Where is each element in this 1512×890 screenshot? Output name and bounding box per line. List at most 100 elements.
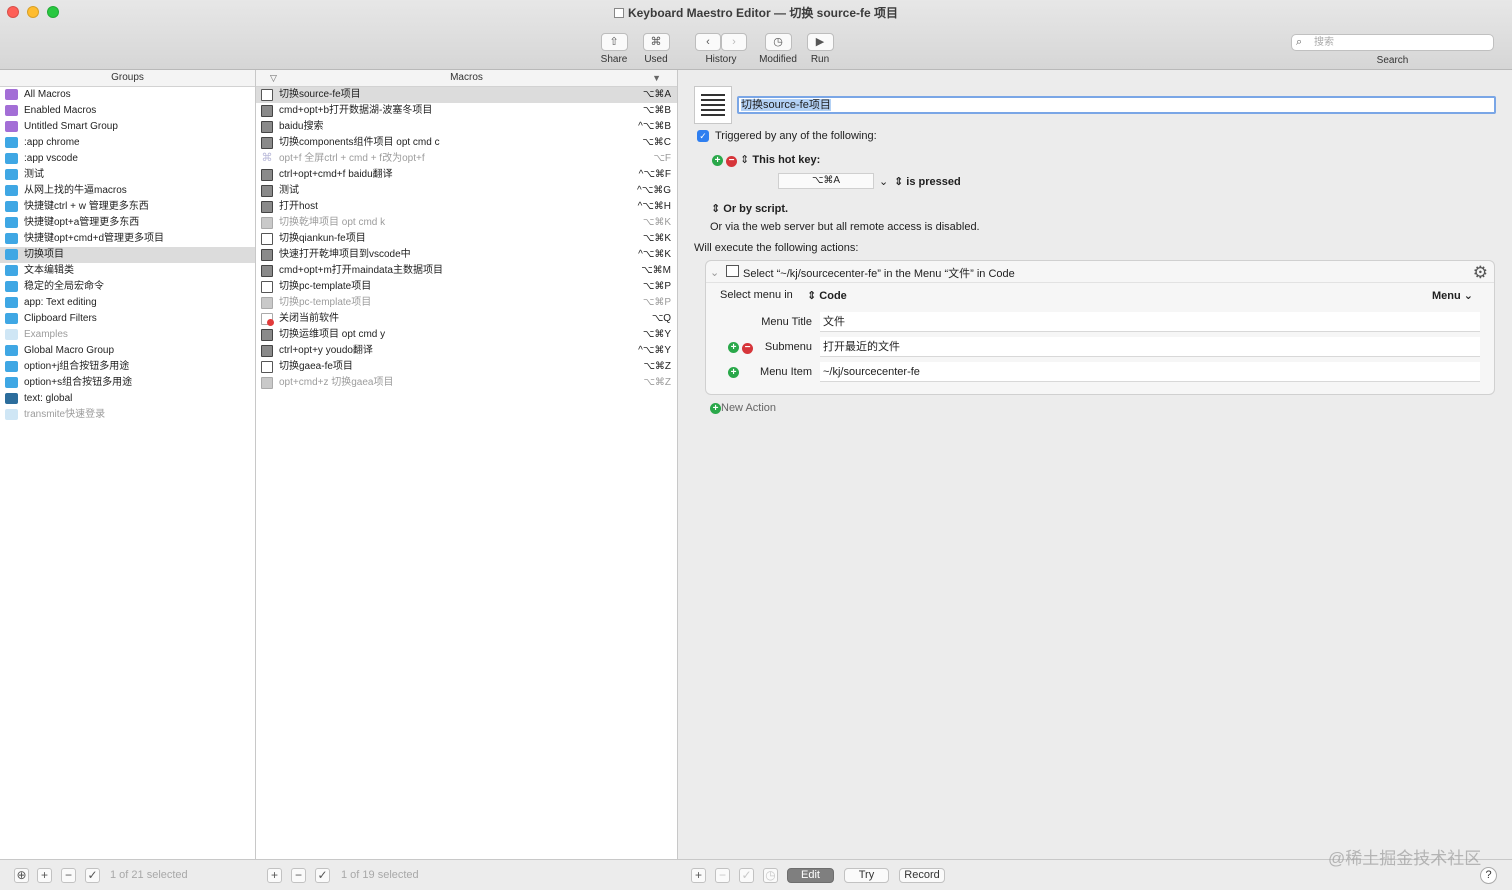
macro-item[interactable]: 切换pc-template项目 ⌥⌘P [256,295,677,311]
group-item[interactable]: Enabled Macros [0,103,255,119]
group-item[interactable]: 快捷键opt+a管理更多东西 [0,215,255,231]
macro-item[interactable]: 关闭当前软件 ⌥Q [256,311,677,327]
macro-item[interactable]: ctrl+opt+y youdo翻译 ^⌥⌘Y [256,343,677,359]
remove-group-button[interactable]: − [61,868,76,883]
group-item[interactable]: 快捷键opt+cmd+d管理更多项目 [0,231,255,247]
clock-icon[interactable]: ◷ [764,33,792,51]
hotkey-field[interactable]: ⌥⌘A [778,173,874,189]
share-icon[interactable]: ⇧ [600,33,628,51]
macro-item[interactable]: baidu搜索 ^⌥⌘B [256,119,677,135]
group-item[interactable]: 文本编辑类 [0,263,255,279]
remove-trigger-button[interactable]: − [726,156,738,167]
menu-item-field[interactable]: ~/kj/sourcecenter-fe [820,362,1480,382]
group-item[interactable]: Untitled Smart Group [0,119,255,135]
macro-hotkey: ⌥⌘Z [643,377,671,388]
filter-outline-icon[interactable]: ▽ [270,70,277,86]
chevron-right-icon[interactable]: › [721,33,747,51]
group-item[interactable]: option+j组合按钮多用途 [0,359,255,375]
macro-item-label: 切换pc-template项目 [279,281,372,292]
macro-item[interactable]: ⌘ opt+f 全屏ctrl + cmd + f改为opt+f ⌥F [256,151,677,167]
record-button[interactable]: Record [899,868,945,883]
add-action-button[interactable]: + [691,868,706,883]
group-item[interactable]: All Macros [0,87,255,103]
group-item[interactable]: text: global [0,391,255,407]
macro-item[interactable]: 切换gaea-fe项目 ⌥⌘Z [256,359,677,375]
macro-item[interactable]: 切换qiankun-fe项目 ⌥⌘K [256,231,677,247]
action-clock-icon[interactable]: ◷ [763,868,778,883]
chevron-left-icon[interactable]: ‹ [695,33,721,51]
edit-button[interactable]: Edit [787,868,834,883]
submenu-field[interactable]: 打开最近的文件 [820,337,1480,357]
trigger-type-popup-icon[interactable]: ⇕ [740,154,749,166]
action-select-menu[interactable]: ⌄ Select “~/kj/sourcecenter-fe” in the M… [705,260,1495,395]
group-item[interactable]: option+s组合按钮多用途 [0,375,255,391]
macro-item[interactable]: cmd+opt+b打开数据湖-波塞冬项目 ⌥⌘B [256,103,677,119]
disclosure-triangle-icon[interactable]: ⌄ [710,266,719,279]
menu-dropdown[interactable]: Menu ⌄ [1432,289,1473,302]
try-button[interactable]: Try [844,868,889,883]
gear-icon[interactable]: ⚙ [1473,263,1488,283]
new-action-button[interactable]: + New Action [710,402,776,414]
triggered-checkbox[interactable]: ✓ [697,130,709,142]
macro-item[interactable]: 切换运维项目 opt cmd y ⌥⌘Y [256,327,677,343]
macro-item-label: ctrl+opt+y youdo翻译 [279,345,373,356]
macro-item[interactable]: opt+cmd+z 切换gaea项目 ⌥⌘Z [256,375,677,391]
add-trigger-button[interactable]: + [712,155,723,166]
used-tool[interactable]: ⌘ Used [636,33,676,65]
command-icon: ⌘ [261,152,273,164]
enable-macro-button[interactable]: ✓ [315,868,330,883]
group-item[interactable]: 切换项目 [0,247,255,263]
run-tool[interactable]: ▶ Run [800,33,840,65]
remove-macro-button[interactable]: − [291,868,306,883]
remove-action-button[interactable]: − [715,868,730,883]
command-icon[interactable]: ⌘ [642,33,670,51]
group-item-label: 稳定的全局宏命令 [24,281,104,292]
group-item[interactable]: transmite快速登录 [0,407,255,423]
macro-item[interactable]: 快速打开乾坤项目到vscode中 ^⌥⌘K [256,247,677,263]
search-input[interactable]: ⌕ 搜索 [1291,34,1494,51]
macro-item[interactable]: 测试 ^⌥⌘G [256,183,677,199]
group-item[interactable]: :app chrome [0,135,255,151]
share-tool[interactable]: ⇧ Share [594,33,634,65]
macro-icon[interactable] [694,86,732,124]
macro-item[interactable]: 切换乾坤项目 opt cmd k ⌥⌘K [256,215,677,231]
modified-label: Modified [759,54,797,65]
or-by-script-popup[interactable]: ⇕ Or by script. [711,202,788,215]
play-icon[interactable]: ▶ [806,33,834,51]
hotkey-label[interactable]: This hot key: [752,154,820,166]
group-item[interactable]: 从网上找的牛逼macros [0,183,255,199]
group-item[interactable]: :app vscode [0,151,255,167]
macro-item[interactable]: 打开host ^⌥⌘H [256,199,677,215]
macro-item[interactable]: cmd+opt+m打开maindata主数据项目 ⌥⌘M [256,263,677,279]
filter-icon[interactable]: ▼ [652,70,661,86]
group-item[interactable]: Clipboard Filters [0,311,255,327]
run-label: Run [810,54,830,65]
help-button[interactable]: ? [1480,867,1497,884]
enable-group-button[interactable]: ✓ [85,868,100,883]
group-item[interactable]: 测试 [0,167,255,183]
group-item[interactable]: 快捷键ctrl + w 管理更多东西 [0,199,255,215]
macro-item[interactable]: 切换components组件项目 opt cmd c ⌥⌘C [256,135,677,151]
group-item[interactable]: Examples [0,327,255,343]
group-item-label: 快捷键opt+a管理更多东西 [24,217,140,228]
menu-title-field[interactable]: 文件 [820,312,1480,332]
macro-item-label: opt+f 全屏ctrl + cmd + f改为opt+f [279,153,425,164]
group-item[interactable]: Global Macro Group [0,343,255,359]
folder-icon [5,265,18,276]
is-pressed-popup[interactable]: ⇕ is pressed [894,175,961,188]
modified-tool[interactable]: ◷ Modified [758,33,798,65]
app-popup[interactable]: ⇕ Code [807,289,847,302]
macro-item[interactable]: 切换pc-template项目 ⌥⌘P [256,279,677,295]
group-item[interactable]: app: Text editing [0,295,255,311]
macro-item[interactable]: 切换source-fe项目 ⌥⌘A [256,87,677,103]
group-item[interactable]: 稳定的全局宏命令 [0,279,255,295]
add-group-button[interactable]: + [37,868,52,883]
group-settings-icon[interactable]: ⊕ [14,868,29,883]
macro-item-label: 打开host [279,201,318,212]
history-tool[interactable]: ‹ › History [693,33,749,65]
hotkey-dropdown-icon[interactable]: ⌄ [879,175,888,188]
macro-name-field[interactable]: 切换source-fe项目 [737,96,1496,114]
enable-action-button[interactable]: ✓ [739,868,754,883]
add-macro-button[interactable]: + [267,868,282,883]
macro-item[interactable]: ctrl+opt+cmd+f baidu翻译 ^⌥⌘F [256,167,677,183]
